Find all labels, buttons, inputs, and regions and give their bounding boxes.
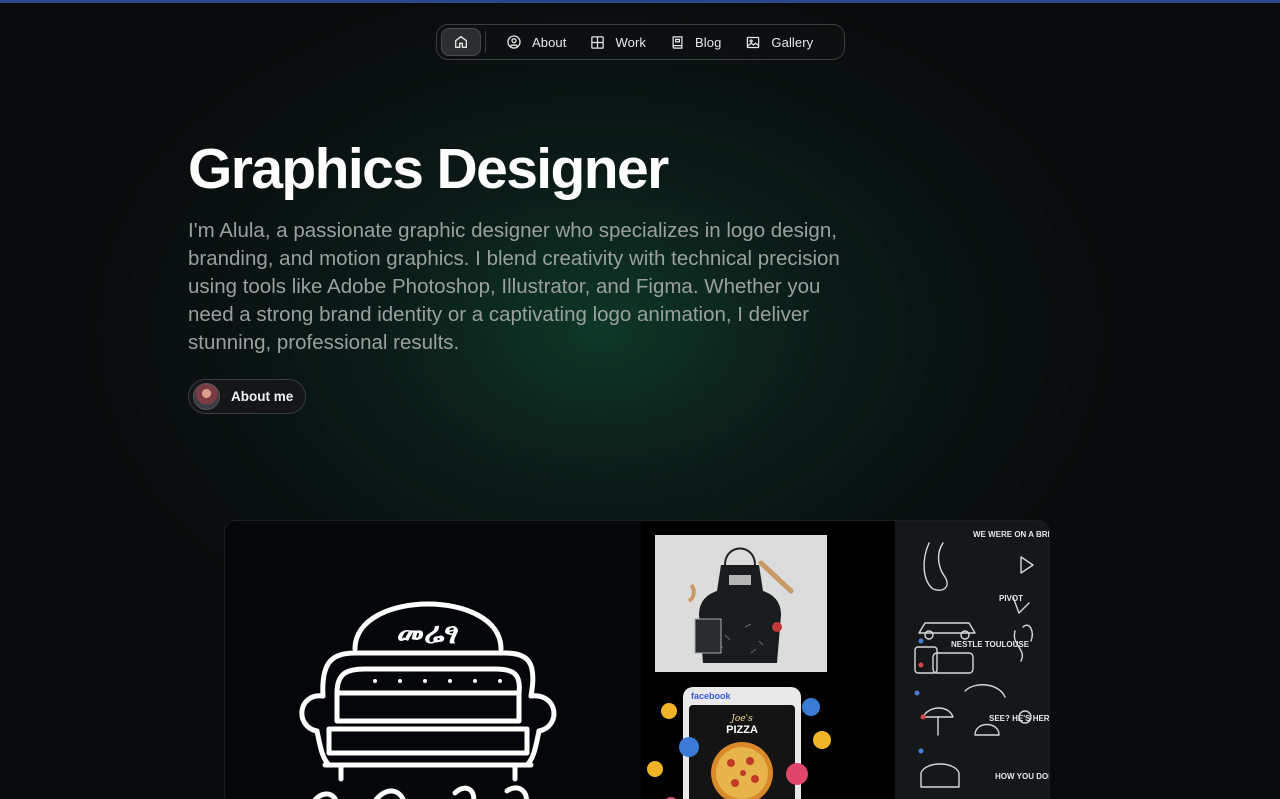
about-me-label: About me — [231, 389, 294, 404]
doodle-text-nestle: NESTLE TOULOUSE — [951, 640, 1030, 649]
main-nav: About Work Blog Gallery — [436, 24, 845, 60]
logo-artwork-panel[interactable]: መሬፃ — [225, 521, 641, 799]
nav-about-label: About — [532, 34, 567, 50]
book-icon — [672, 35, 683, 49]
nav-gallery[interactable]: Gallery — [733, 28, 825, 56]
doodle-text-howyoudoin: HOW YOU DOIN'? — [995, 772, 1050, 781]
nav-about[interactable]: About — [494, 28, 578, 56]
reaction-icons — [647, 698, 831, 799]
user-circle-icon — [507, 35, 521, 49]
grid-icon — [591, 35, 605, 49]
window-top-strip — [0, 0, 1280, 3]
nav-gallery-label: Gallery — [771, 34, 814, 50]
nav-divider — [485, 31, 486, 53]
nav-blog-label: Blog — [694, 34, 722, 50]
sofa-logo-illustration: መሬፃ — [299, 601, 557, 799]
nav-work-label: Work — [615, 34, 646, 50]
logo-text: መሬፃ — [397, 616, 459, 651]
work-showcase: መሬፃ facebook Joe's PIZZA WE WERE ON A BR… — [224, 520, 1050, 799]
doodle-artwork-panel[interactable]: WE WERE ON A BREAK PIVOT NESTLE TOULOUSE… — [895, 521, 1050, 799]
doodle-illustration: WE WERE ON A BREAK PIVOT NESTLE TOULOUSE… — [914, 530, 1050, 788]
home-icon — [455, 36, 467, 48]
about-me-button[interactable]: About me — [188, 379, 306, 414]
branding-mockups-panel[interactable]: facebook Joe's PIZZA — [641, 521, 895, 799]
doodle-text-pivot: PIVOT — [999, 594, 1023, 603]
hero-description: I'm Alula, a passionate graphic designer… — [188, 219, 840, 354]
image-icon — [747, 36, 760, 48]
doodle-text-break: WE WERE ON A BREAK — [973, 530, 1050, 539]
page-title: Graphics Designer — [188, 137, 669, 201]
doodle-text-lobster: SEE? HE'S HER LOBSTER — [989, 714, 1050, 723]
nav-work[interactable]: Work — [578, 28, 658, 56]
nav-home-button[interactable] — [441, 28, 481, 56]
avatar — [193, 383, 220, 410]
nav-blog[interactable]: Blog — [658, 28, 733, 56]
